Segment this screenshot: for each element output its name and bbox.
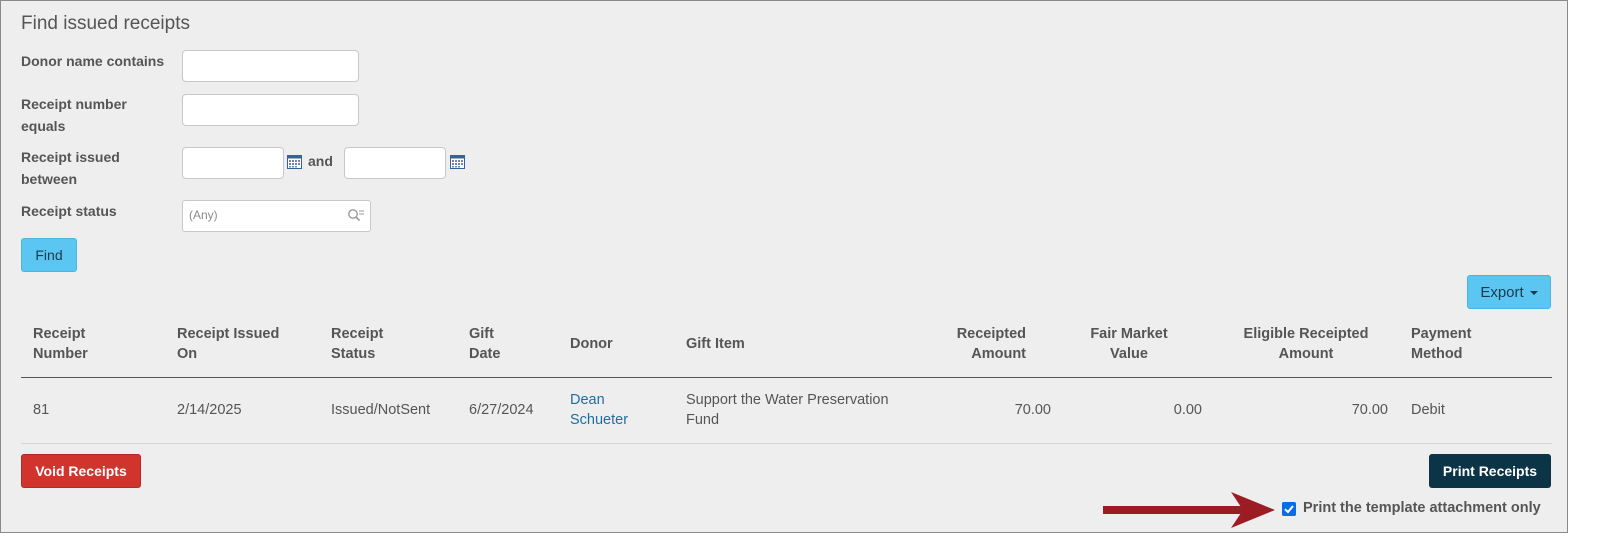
calendar-icon[interactable]: [450, 155, 465, 169]
receipt-status-value: (Any): [189, 208, 218, 222]
donor-name-label: Donor name contains: [21, 53, 165, 69]
col-header-donor: Donor: [570, 336, 613, 352]
cell-eligible-amount: 70.00: [1351, 402, 1388, 418]
cell-receipt-status: Issued/NotSent: [331, 402, 431, 418]
cell-issued-on: 2/14/2025: [177, 402, 242, 418]
cell-receipt-number: 81: [33, 402, 50, 418]
cell-gift-item: Support the Water Preservation Fund: [686, 392, 889, 428]
void-receipts-button[interactable]: Void Receipts: [21, 454, 141, 488]
cell-gift-date: 6/27/2024: [469, 402, 534, 418]
issued-to-date-input[interactable]: [344, 147, 446, 179]
col-header-payment-method: Payment Method: [1411, 326, 1472, 362]
col-header-issued-on: Receipt Issued On: [177, 326, 280, 362]
donor-link[interactable]: Dean Schueter: [570, 390, 640, 430]
col-header-gift-item: Gift Item: [686, 336, 745, 352]
cell-receipted-amount: 70.00: [1014, 402, 1051, 418]
col-header-gift-date: Gift Date: [469, 326, 501, 362]
col-header-fair-market-value: Fair Market Value: [1090, 326, 1168, 362]
col-header-receipt-number: Receipt Number: [33, 326, 88, 362]
issued-between-label: Receipt issued between: [21, 149, 120, 187]
receipt-number-label: Receipt number equals: [21, 96, 127, 134]
search-icon[interactable]: [347, 208, 365, 224]
cell-fair-market-value: 0.00: [1173, 402, 1202, 418]
find-button[interactable]: Find: [21, 238, 77, 272]
calendar-icon[interactable]: [287, 155, 302, 169]
print-receipts-button[interactable]: Print Receipts: [1429, 454, 1551, 488]
receipt-status-label: Receipt status: [21, 203, 117, 219]
col-header-receipt-status: Receipt Status: [331, 326, 384, 362]
receipt-number-input[interactable]: [182, 94, 359, 126]
page-title: Find issued receipts: [21, 13, 190, 34]
export-button-label: Export: [1480, 283, 1524, 301]
col-header-eligible-amount: Eligible Receipted Amount: [1243, 326, 1369, 362]
annotation-arrow: [1103, 492, 1275, 528]
find-receipts-panel: Find issued receipts Donor name contains…: [0, 0, 1568, 533]
caret-down-icon: [1529, 290, 1538, 295]
cell-payment-method: Debit: [1411, 402, 1445, 418]
template-only-label[interactable]: Print the template attachment only: [1303, 500, 1541, 516]
issued-from-date-input[interactable]: [182, 147, 284, 179]
export-button[interactable]: Export: [1467, 275, 1551, 309]
col-header-receipted-amount: Receipted Amount: [956, 326, 1026, 362]
and-label: and: [308, 153, 333, 169]
header-divider: [21, 377, 1552, 378]
receipt-status-select[interactable]: (Any): [182, 200, 371, 232]
row-divider: [21, 443, 1552, 444]
donor-name-input[interactable]: [182, 50, 359, 82]
template-only-checkbox[interactable]: [1282, 502, 1296, 516]
